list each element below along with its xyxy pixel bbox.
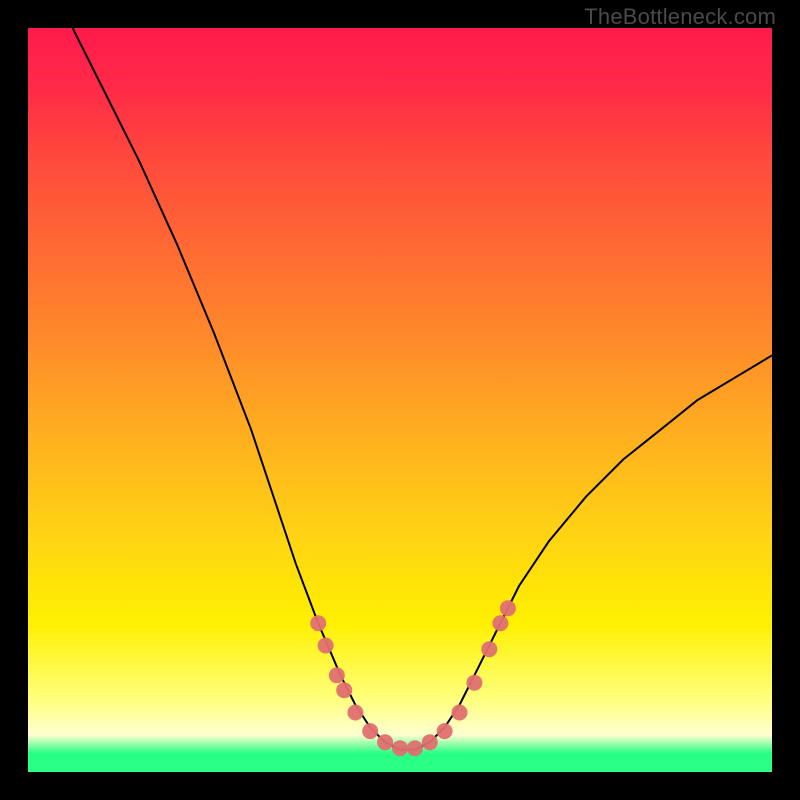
bead-marker xyxy=(318,638,334,654)
watermark-text: TheBottleneck.com xyxy=(584,4,776,30)
bead-marker xyxy=(336,682,352,698)
bottleneck-curve xyxy=(73,28,772,750)
bead-cluster xyxy=(310,600,516,756)
bead-marker xyxy=(466,675,482,691)
bead-marker xyxy=(407,740,423,756)
bead-marker xyxy=(422,734,438,750)
curve-svg xyxy=(28,28,772,772)
bead-marker xyxy=(452,705,468,721)
bead-marker xyxy=(362,723,378,739)
bead-marker xyxy=(310,615,326,631)
bead-marker xyxy=(377,734,393,750)
bead-marker xyxy=(437,723,453,739)
bead-marker xyxy=(500,600,516,616)
bead-marker xyxy=(329,667,345,683)
bead-marker xyxy=(347,705,363,721)
chart-frame: TheBottleneck.com xyxy=(0,0,800,800)
bead-marker xyxy=(492,615,508,631)
bead-marker xyxy=(481,641,497,657)
bead-marker xyxy=(392,740,408,756)
plot-area xyxy=(28,28,772,772)
